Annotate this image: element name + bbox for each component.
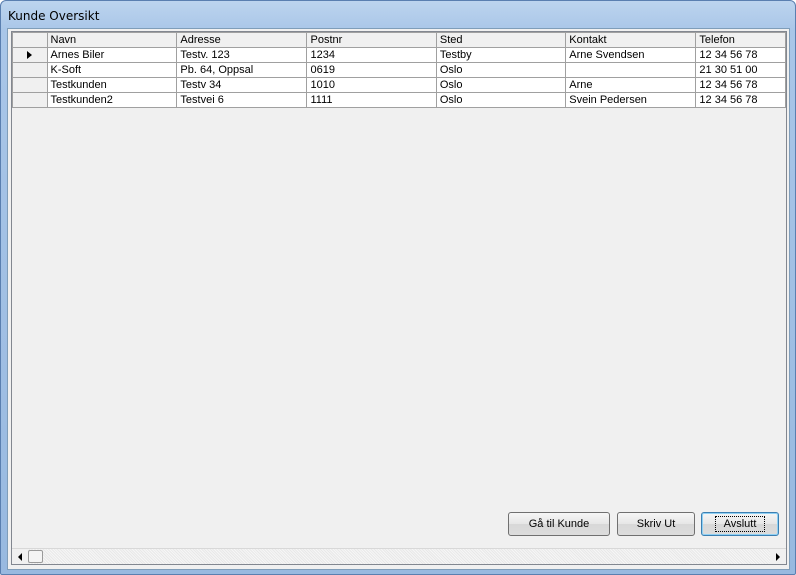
cell-navn[interactable]: Arnes Biler	[46, 47, 178, 63]
window-title: Kunde Oversikt	[8, 9, 100, 23]
column-header-postnr[interactable]: Postnr	[306, 32, 437, 48]
print-label: Skriv Ut	[636, 518, 676, 530]
cell-navn[interactable]: Testkunden	[46, 77, 178, 93]
main-window: Kunde Oversikt Navn Adresse Postnr Sted …	[0, 0, 796, 575]
cell-navn[interactable]: Testkunden2	[46, 92, 178, 108]
cell-kontakt[interactable]: Svein Pedersen	[565, 92, 697, 108]
header-row: Navn Adresse Postnr Sted Kontakt Telefon	[12, 32, 786, 48]
close-button[interactable]: Avslutt	[701, 512, 779, 536]
scroll-thumb[interactable]	[28, 550, 43, 563]
customer-table: Navn Adresse Postnr Sted Kontakt Telefon…	[12, 32, 786, 108]
cell-postnr[interactable]: 0619	[306, 62, 437, 78]
cell-navn[interactable]: K-Soft	[46, 62, 178, 78]
scroll-right-arrow-icon	[776, 552, 780, 561]
cell-postnr[interactable]: 1010	[306, 77, 437, 93]
column-header-kontakt[interactable]: Kontakt	[565, 32, 697, 48]
goto-customer-button[interactable]: Gå til Kunde	[508, 512, 610, 536]
cell-telefon[interactable]: 12 34 56 78	[695, 77, 786, 93]
column-header-navn[interactable]: Navn	[46, 32, 178, 48]
table-row[interactable]: Testkunden2 Testvei 6 1111 Oslo Svein Pe…	[12, 92, 786, 108]
column-header-adresse[interactable]: Adresse	[176, 32, 308, 48]
cell-telefon[interactable]: 12 34 56 78	[695, 47, 786, 63]
row-header[interactable]	[12, 47, 48, 63]
row-header[interactable]	[12, 92, 48, 108]
column-header-sted[interactable]: Sted	[435, 32, 567, 48]
cell-kontakt[interactable]: Arne Svendsen	[565, 47, 697, 63]
goto-customer-label: Gå til Kunde	[528, 518, 590, 530]
client-area: Navn Adresse Postnr Sted Kontakt Telefon…	[7, 28, 790, 570]
cell-sted[interactable]: Oslo	[435, 77, 567, 93]
cell-kontakt[interactable]: Arne	[565, 77, 697, 93]
title-bar[interactable]: Kunde Oversikt	[7, 5, 789, 27]
cell-adresse[interactable]: Testvei 6	[176, 92, 308, 108]
cell-kontakt[interactable]	[565, 62, 697, 78]
corner-header[interactable]	[12, 32, 48, 48]
scroll-left-button[interactable]	[12, 549, 28, 564]
cell-telefon[interactable]: 12 34 56 78	[695, 92, 786, 108]
cell-adresse[interactable]: Pb. 64, Oppsal	[176, 62, 308, 78]
table-row[interactable]: Testkunden Testv 34 1010 Oslo Arne 12 34…	[12, 77, 786, 93]
cell-telefon[interactable]: 21 30 51 00	[695, 62, 786, 78]
table-row[interactable]: K-Soft Pb. 64, Oppsal 0619 Oslo 21 30 51…	[12, 62, 786, 78]
cell-sted[interactable]: Oslo	[435, 62, 567, 78]
cell-adresse[interactable]: Testv. 123	[176, 47, 308, 63]
horizontal-scrollbar[interactable]	[12, 548, 786, 564]
cell-postnr[interactable]: 1234	[306, 47, 437, 63]
cell-adresse[interactable]: Testv 34	[176, 77, 308, 93]
grid-viewport: Navn Adresse Postnr Sted Kontakt Telefon…	[12, 32, 786, 548]
cell-sted[interactable]: Oslo	[435, 92, 567, 108]
customer-grid[interactable]: Navn Adresse Postnr Sted Kontakt Telefon…	[11, 31, 787, 565]
scroll-right-button[interactable]	[770, 549, 786, 564]
row-pointer-icon	[27, 50, 33, 59]
column-header-telefon[interactable]: Telefon	[695, 32, 786, 48]
cell-postnr[interactable]: 1111	[306, 92, 437, 108]
row-header[interactable]	[12, 77, 48, 93]
table-row[interactable]: Arnes Biler Testv. 123 1234 Testby Arne …	[12, 47, 786, 63]
row-header[interactable]	[12, 62, 48, 78]
scroll-left-arrow-icon	[18, 552, 22, 561]
close-label: Avslutt	[714, 516, 766, 532]
cell-sted[interactable]: Testby	[435, 47, 567, 63]
print-button[interactable]: Skriv Ut	[617, 512, 695, 536]
